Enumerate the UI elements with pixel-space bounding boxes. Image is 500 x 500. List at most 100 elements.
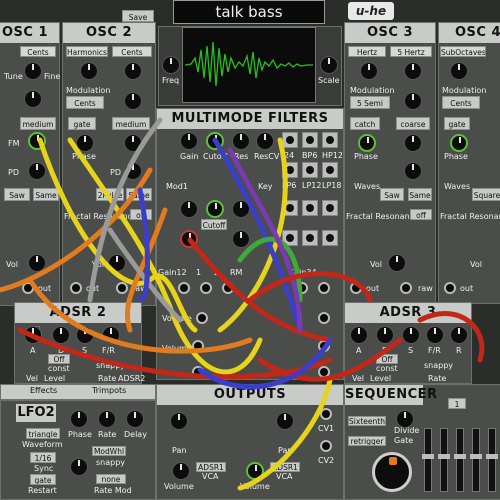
filter-out5-jack[interactable] [318, 282, 330, 294]
osc1-wave-button[interactable]: Saw [4, 188, 30, 201]
cv1-jack[interactable] [320, 408, 332, 420]
scope-freq-knob[interactable] [162, 56, 180, 74]
osc2-fractal-off-button[interactable]: off [130, 209, 152, 220]
seq-step-slider-4[interactable] [470, 428, 482, 492]
osc2-tune-knob[interactable] [80, 62, 98, 80]
osc2-harmonics-select[interactable]: Harmonics [66, 46, 108, 57]
osc2-mod-cents-button[interactable]: Cents [66, 96, 104, 109]
osc2-same-button[interactable]: Same [126, 188, 152, 201]
filter2-mod-knob[interactable] [180, 230, 198, 248]
lfo2-sync-select[interactable]: 1/16 [30, 452, 56, 463]
filter2-mode-lp12[interactable] [302, 230, 318, 246]
output1-pan-knob[interactable] [170, 412, 188, 430]
seq-step-slider-5[interactable] [486, 428, 498, 492]
filter1-res-knob[interactable] [232, 132, 250, 150]
adsr2-s-knob[interactable] [76, 326, 94, 344]
vca-in5-jack[interactable] [192, 366, 204, 378]
osc3-fm-knob[interactable] [404, 134, 422, 152]
osc4-square-button[interactable]: Square [472, 188, 500, 201]
osc1-out-jack[interactable] [22, 282, 34, 294]
osc1-fine-knob[interactable] [24, 90, 42, 108]
osc3-fractal-off-button[interactable]: off [410, 209, 432, 220]
osc4-cents-button[interactable]: Cents [442, 96, 480, 109]
vca-in6-jack[interactable] [318, 366, 330, 378]
osc2-gate-button[interactable]: gate [68, 117, 96, 130]
osc2-cents-select[interactable]: Cents [112, 46, 152, 57]
filter1-gain-knob[interactable] [180, 132, 198, 150]
filter1-rescv-knob[interactable] [256, 132, 274, 150]
vca-in3-jack[interactable] [192, 340, 204, 352]
lfo2-none-select[interactable]: none [96, 474, 126, 484]
osc1-tune-knob[interactable] [24, 62, 42, 80]
filter2-mode-lp18[interactable] [322, 230, 338, 246]
tab-effects[interactable]: Effects [30, 386, 57, 395]
filter1-mode-hp12[interactable] [322, 132, 338, 148]
filter2-mode-hp12[interactable] [322, 200, 338, 216]
osc3-5hertz-select[interactable]: 5 Hertz [390, 46, 432, 57]
osc2-out-jack[interactable] [70, 282, 82, 294]
filter2-cutoff-knob[interactable] [206, 200, 224, 218]
osc3-saw-button[interactable]: Saw [380, 188, 404, 201]
osc3-same-button[interactable]: Same [408, 188, 432, 201]
seq-step-dial[interactable] [372, 452, 412, 492]
osc3-mod-knob[interactable] [404, 92, 422, 110]
osc2-phase-knob[interactable] [76, 134, 94, 152]
filter2-mode-lp6[interactable] [282, 230, 298, 246]
osc1-fm-knob[interactable] [28, 132, 46, 150]
osc2-mod-knob[interactable] [124, 92, 142, 110]
adsr3-s-knob[interactable] [402, 326, 420, 344]
osc2-fine-knob[interactable] [124, 62, 142, 80]
osc2-vol-knob[interactable] [108, 254, 126, 272]
filter2-res-knob[interactable] [232, 200, 250, 218]
osc1-pd-knob[interactable] [28, 162, 46, 180]
vca-in2-jack[interactable] [318, 312, 330, 324]
save-button[interactable]: Save [122, 10, 154, 22]
adsr3-d-knob[interactable] [376, 326, 394, 344]
scope-scale-knob[interactable] [320, 56, 338, 74]
output1-volume-knob[interactable] [172, 462, 190, 480]
osc1-medium-button[interactable]: medium [20, 117, 56, 130]
osc2-medium-button[interactable]: medium [112, 117, 150, 130]
osc1-vol-knob[interactable] [28, 254, 46, 272]
filter2-cutoff-button[interactable]: Cutoff [201, 219, 227, 230]
seq-retrigger-select[interactable]: retrigger [348, 436, 386, 446]
output2-adsr1-select[interactable]: ADSR1 [270, 462, 300, 472]
osc4-tune-knob[interactable] [450, 62, 468, 80]
osc3-fine-knob[interactable] [404, 62, 422, 80]
adsr2-d-knob[interactable] [52, 326, 70, 344]
filter-out4-jack[interactable] [296, 282, 308, 294]
seq-step-slider-1[interactable] [422, 428, 434, 492]
filter1-cutoff-knob[interactable] [206, 132, 224, 150]
filter2-mode-bp6[interactable] [302, 200, 318, 216]
osc2-pd-knob[interactable] [124, 162, 142, 180]
osc1-mode-select[interactable]: Cents [20, 46, 56, 57]
osc3-5semi-button[interactable]: 5 Semi [350, 96, 390, 109]
osc4-phase-knob[interactable] [450, 134, 468, 152]
filter2-gain-knob[interactable] [180, 200, 198, 218]
output2-volume-knob[interactable] [246, 462, 264, 480]
osc2-2pulse-button[interactable]: 2Pulse [96, 188, 124, 201]
seq-step-slider-3[interactable] [454, 428, 466, 492]
osc3-catch-button[interactable]: catch [350, 117, 380, 130]
osc3-hertz-select[interactable]: Hertz [348, 46, 386, 57]
osc4-out-jack[interactable] [444, 282, 456, 294]
preset-name-display[interactable]: talk bass [173, 0, 325, 24]
lfo2-ratemod-knob[interactable] [70, 458, 88, 476]
filter1-mode-24[interactable] [282, 132, 298, 148]
filter-out1-jack[interactable] [178, 282, 190, 294]
cv2-jack[interactable] [320, 440, 332, 452]
osc3-out-jack[interactable] [350, 282, 362, 294]
osc3-coarse-button[interactable]: coarse [396, 117, 430, 130]
seq-sixteenth-select[interactable]: Sixteenth [348, 416, 386, 426]
lfo2-modwhl-select[interactable]: ModWhl [92, 446, 126, 456]
osc4-gate-button[interactable]: gate [444, 117, 470, 130]
osc3-phase-knob[interactable] [358, 134, 376, 152]
osc3-pd-knob[interactable] [404, 162, 422, 180]
lfo2-phase-knob[interactable] [70, 410, 88, 428]
output1-adsr1-select[interactable]: ADSR1 [196, 462, 226, 472]
adsr3-off-button[interactable]: Off [376, 354, 398, 364]
adsr3-r-knob[interactable] [450, 326, 468, 344]
osc4-suboctaves-select[interactable]: SubOctaves [440, 46, 486, 57]
adsr2-r-knob[interactable] [102, 326, 120, 344]
seq-1-button[interactable]: 1 [448, 398, 466, 409]
